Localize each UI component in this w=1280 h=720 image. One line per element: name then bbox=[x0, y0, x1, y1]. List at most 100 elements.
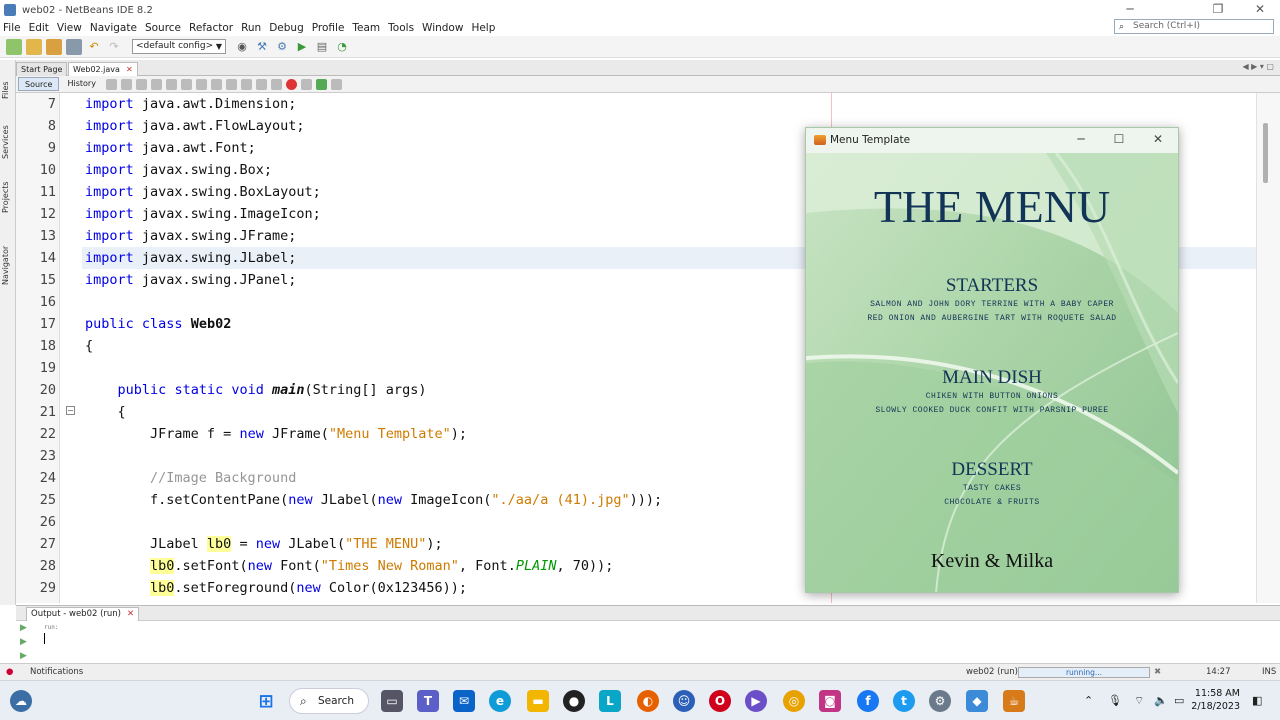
code-line[interactable]: JFrame f = new JFrame("Menu Template"); bbox=[85, 423, 467, 445]
notifications-label[interactable]: Notifications bbox=[30, 667, 83, 677]
menu-profile[interactable]: Profile bbox=[308, 22, 349, 34]
toggle-bookmark-icon[interactable] bbox=[240, 78, 252, 90]
menu-tools[interactable]: Tools bbox=[384, 22, 418, 34]
twitter-icon[interactable]: t bbox=[893, 690, 915, 712]
settings-icon[interactable]: ⚙ bbox=[929, 690, 951, 712]
redo-icon[interactable]: ↷ bbox=[106, 39, 122, 55]
mail-icon[interactable]: ✉ bbox=[453, 690, 475, 712]
opera-icon[interactable]: O bbox=[709, 690, 731, 712]
minimize-button[interactable]: ─ bbox=[1110, 0, 1150, 20]
notifications-icon[interactable]: ● bbox=[6, 667, 13, 677]
last-edit-icon[interactable] bbox=[105, 78, 117, 90]
projects-tab[interactable]: Projects bbox=[1, 172, 15, 222]
menu-source[interactable]: Source bbox=[141, 22, 185, 34]
source-view-button[interactable]: Source bbox=[18, 77, 60, 91]
files-tab[interactable]: Files bbox=[1, 68, 15, 112]
code-line[interactable]: public class Web02 bbox=[85, 313, 231, 335]
code-line[interactable]: public static void main(String[] args) bbox=[85, 379, 427, 401]
code-line[interactable]: lb0.setForeground(new Color(0x123456)); bbox=[85, 577, 467, 599]
code-line[interactable]: { bbox=[85, 401, 126, 423]
save-all-icon[interactable] bbox=[66, 38, 82, 55]
code-line[interactable]: //Image Background bbox=[85, 467, 296, 489]
stop-icon[interactable]: ▶ bbox=[20, 651, 30, 661]
contacts-icon[interactable]: ☺ bbox=[673, 690, 695, 712]
java-app-icon[interactable]: ☕ bbox=[1003, 690, 1025, 712]
code-line[interactable]: lb0.setFont(new Font("Times New Roman", … bbox=[85, 555, 613, 577]
run-icon[interactable]: ▶ bbox=[294, 39, 310, 55]
rerun-different-icon[interactable]: ▶ bbox=[20, 637, 30, 647]
scrollbar-thumb[interactable] bbox=[1263, 123, 1268, 183]
volume-icon[interactable]: 🔈 bbox=[1154, 694, 1168, 707]
teams-icon[interactable]: T bbox=[417, 690, 439, 712]
shift-right-icon[interactable] bbox=[270, 78, 282, 90]
shift-left-icon[interactable] bbox=[255, 78, 267, 90]
code-line[interactable]: import javax.swing.ImageIcon; bbox=[85, 203, 321, 225]
find-icon[interactable] bbox=[150, 78, 162, 90]
battery-icon[interactable]: ▭ bbox=[1174, 694, 1184, 707]
menu-window-title-bar[interactable]: Menu Template ─ ☐ ✕ bbox=[806, 128, 1178, 153]
services-tab[interactable]: Services bbox=[1, 116, 15, 168]
code-line[interactable]: import javax.swing.JLabel; bbox=[85, 247, 296, 269]
output-console[interactable]: ▶ ▶ ▶ run: bbox=[16, 621, 1280, 663]
menu-debug[interactable]: Debug bbox=[265, 22, 308, 34]
weather-icon[interactable]: ☁ bbox=[10, 690, 32, 712]
comment-icon[interactable] bbox=[315, 78, 327, 90]
code-line[interactable]: f.setContentPane(new JLabel(new ImageIco… bbox=[85, 489, 662, 511]
record-icon[interactable]: ● bbox=[563, 690, 585, 712]
edge-icon[interactable]: e bbox=[489, 690, 511, 712]
firefox-icon[interactable]: ◐ bbox=[637, 690, 659, 712]
close-button[interactable]: ✕ bbox=[1143, 132, 1173, 146]
taskbar-search[interactable]: ⌕ Search bbox=[289, 688, 369, 714]
instagram-icon[interactable]: ◙ bbox=[819, 690, 841, 712]
facebook-icon[interactable]: f bbox=[857, 690, 879, 712]
code-line[interactable]: import javax.swing.Box; bbox=[85, 159, 272, 181]
netbeans-taskbar-icon[interactable]: ◆ bbox=[966, 690, 988, 712]
microphone-icon[interactable]: 🎙 bbox=[1108, 694, 1122, 707]
find-previous-icon[interactable] bbox=[165, 78, 177, 90]
new-project-icon[interactable] bbox=[26, 38, 42, 55]
start-macro-icon[interactable] bbox=[285, 78, 297, 90]
ide-search-input[interactable]: ⌕ Search (Ctrl+I) bbox=[1114, 19, 1274, 34]
cancel-task-icon[interactable]: ✖ bbox=[1154, 667, 1161, 677]
next-bookmark-icon[interactable] bbox=[225, 78, 237, 90]
back-icon[interactable] bbox=[120, 78, 132, 90]
find-next-icon[interactable] bbox=[180, 78, 192, 90]
code-line[interactable]: import javax.swing.JFrame; bbox=[85, 225, 296, 247]
fold-toggle-icon[interactable]: − bbox=[66, 406, 75, 415]
close-tab-icon[interactable]: ✕ bbox=[127, 609, 134, 619]
code-line[interactable]: { bbox=[85, 335, 93, 357]
stop-macro-icon[interactable] bbox=[300, 78, 312, 90]
code-line[interactable]: import java.awt.FlowLayout; bbox=[85, 115, 304, 137]
clean-build-icon[interactable]: ⚙ bbox=[274, 39, 290, 55]
file-explorer-icon[interactable]: ▬ bbox=[527, 690, 549, 712]
tab-web02-java[interactable]: Web02.java ✕ bbox=[68, 62, 138, 76]
close-tab-icon[interactable]: ✕ bbox=[126, 65, 133, 74]
globe-icon[interactable]: ◉ bbox=[234, 39, 250, 55]
tab-output[interactable]: Output - web02 (run) ✕ bbox=[26, 607, 140, 621]
tab-navigation[interactable]: ◀ ▶ ▾ ▢ bbox=[1242, 62, 1274, 71]
show-hidden-icons[interactable]: ⌃ bbox=[1084, 694, 1093, 707]
chrome-icon[interactable]: ◎ bbox=[783, 690, 805, 712]
previous-bookmark-icon[interactable] bbox=[210, 78, 222, 90]
code-line[interactable]: JLabel lb0 = new JLabel("THE MENU"); bbox=[85, 533, 443, 555]
wifi-icon[interactable]: ⌔ bbox=[1134, 694, 1144, 708]
menu-file[interactable]: File bbox=[0, 22, 25, 34]
menu-navigate[interactable]: Navigate bbox=[86, 22, 141, 34]
close-button[interactable]: ✕ bbox=[1240, 0, 1280, 20]
windows-start-icon[interactable]: ⊞ bbox=[255, 690, 277, 712]
menu-help[interactable]: Help bbox=[467, 22, 499, 34]
menu-run[interactable]: Run bbox=[237, 22, 265, 34]
toggle-highlight-icon[interactable] bbox=[195, 78, 207, 90]
menu-edit[interactable]: Edit bbox=[25, 22, 53, 34]
maximize-button[interactable]: ☐ bbox=[1104, 132, 1134, 146]
tab-start-page[interactable]: Start Page bbox=[16, 62, 68, 76]
menu-team[interactable]: Team bbox=[348, 22, 384, 34]
code-line[interactable]: import javax.swing.BoxLayout; bbox=[85, 181, 321, 203]
code-line[interactable]: import java.awt.Font; bbox=[85, 137, 256, 159]
editor-scrollbar[interactable] bbox=[1256, 93, 1280, 603]
menu-template-window[interactable]: Menu Template ─ ☐ ✕ THE MENU STARTERS SA… bbox=[805, 127, 1179, 593]
new-file-icon[interactable] bbox=[6, 38, 22, 55]
media-player-icon[interactable]: ▶ bbox=[745, 690, 767, 712]
build-icon[interactable]: ⚒ bbox=[254, 39, 270, 55]
maximize-button[interactable]: ❐ bbox=[1198, 0, 1238, 20]
